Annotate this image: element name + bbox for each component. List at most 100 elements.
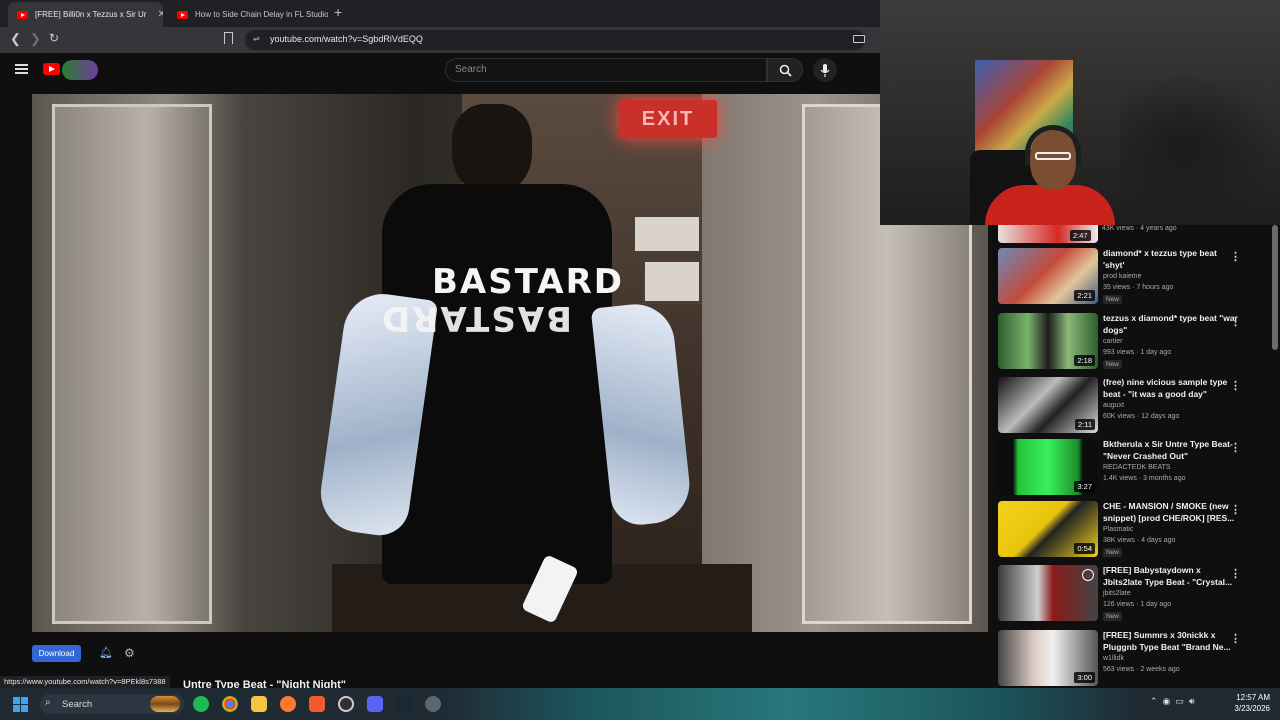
youtube-favicon-icon — [17, 10, 28, 19]
new-tab-button[interactable]: + — [334, 4, 342, 20]
more-options-icon[interactable]: ⋮ — [1230, 567, 1241, 580]
tab-inactive[interactable]: How to Side Chain Delay in FL Studio — [168, 2, 328, 27]
spotify-icon[interactable] — [193, 696, 209, 712]
close-tab-icon[interactable]: ✕ — [157, 9, 163, 20]
rec-meta: 35 views · 7 hours ago — [1103, 284, 1174, 291]
more-options-icon[interactable]: ⋮ — [1230, 315, 1241, 328]
site-info-icon[interactable]: ⇌ — [253, 34, 260, 43]
firefox-icon[interactable] — [280, 696, 296, 712]
video-thumbnail[interactable]: 2:18 — [998, 313, 1098, 369]
new-badge: New — [1103, 612, 1123, 621]
obs-icon[interactable] — [338, 696, 354, 712]
rec-channel[interactable]: auguxt — [1103, 402, 1124, 409]
rec-meta: 126 views · 1 day ago — [1103, 601, 1172, 608]
gear-icon[interactable]: ⚙ — [124, 646, 135, 660]
fl-studio-icon[interactable] — [309, 696, 325, 712]
more-options-icon[interactable]: ⋮ — [1230, 250, 1241, 263]
clock-time[interactable]: 12:57 AM — [1228, 693, 1270, 702]
hamburger-menu-icon[interactable] — [15, 64, 28, 74]
taskbar-wallpaper-strip — [440, 688, 1140, 720]
list-item[interactable]: 0:54 CHE - MANSION / SMOKE (new snippet)… — [998, 501, 1270, 563]
video-left-door — [52, 104, 212, 624]
rec-title[interactable]: Bktherula x Sir Untre Type Beat- "Never … — [1103, 439, 1238, 462]
video-thumbnail[interactable]: 2:11 — [998, 377, 1098, 433]
list-item[interactable]: 3:27 Bktherula x Sir Untre Type Beat- "N… — [998, 439, 1270, 501]
rec-channel[interactable]: REDACTEDK BEATS — [1103, 464, 1171, 471]
webcam-person-shirt — [985, 185, 1115, 225]
more-options-icon[interactable]: ⋮ — [1230, 632, 1241, 645]
list-item[interactable]: 2:18 tezzus x diamond* type beat "war do… — [998, 313, 1270, 375]
video-thumbnail[interactable] — [998, 565, 1098, 621]
bookmark-icon[interactable] — [224, 32, 233, 44]
rec-title[interactable]: (free) nine vicious sample type beat - "… — [1103, 377, 1238, 400]
rec-channel[interactable]: prod kaieme — [1103, 273, 1142, 280]
rec-channel[interactable]: jbits2late — [1103, 590, 1131, 597]
shirt-print: BASTARD BASTARD — [380, 264, 622, 338]
rec-title[interactable]: tezzus x diamond* type beat "war dogs" — [1103, 313, 1238, 336]
duration-badge: 3:27 — [1074, 481, 1095, 492]
system-tray-icons[interactable]: ⌃ ◉ ▭ 🔊︎ — [1150, 696, 1195, 707]
clock-date[interactable]: 3/23/2026 — [1228, 704, 1270, 713]
rec-title[interactable]: [FREE] Summrs x 30nickk x Pluggnb Type B… — [1103, 630, 1238, 653]
video-player[interactable]: EXIT BASTARD BASTARD — [32, 94, 988, 632]
chrome-icon[interactable] — [222, 696, 238, 712]
webcam-overlay — [880, 0, 1280, 225]
rec-meta: 60K views · 12 days ago — [1103, 413, 1180, 420]
reload-icon[interactable]: ↻ — [49, 31, 59, 45]
microphone-icon — [820, 63, 830, 77]
discord-icon[interactable] — [367, 696, 383, 712]
new-badge: New — [1103, 548, 1123, 557]
shirt-text-mirrored: BASTARD — [380, 298, 572, 338]
steam-icon[interactable] — [396, 696, 412, 712]
video-thumbnail[interactable]: 0:54 — [998, 501, 1098, 557]
youtube-doodle-logo[interactable] — [62, 60, 98, 80]
tab-title: How to Side Chain Delay in FL Studio — [195, 10, 328, 19]
rec-title[interactable]: [FREE] Babystaydown x Jbits2late Type Be… — [1103, 565, 1238, 588]
windows-start-icon[interactable] — [13, 697, 28, 712]
rec-meta: 993 views · 1 day ago — [1103, 349, 1172, 356]
list-item[interactable]: 2:21 diamond* x tezzus type beat 'shyt' … — [998, 248, 1270, 310]
url-text: youtube.com/watch?v=SgbdRiVdEQQ — [270, 34, 423, 44]
back-icon[interactable]: ❮ — [10, 31, 21, 47]
rec-title[interactable]: diamond* x tezzus type beat 'shyt' — [1103, 248, 1238, 271]
notification-bell-icon[interactable]: 🔔︎ — [99, 646, 113, 659]
cast-icon[interactable] — [853, 35, 865, 43]
taskbar-search-label: Search — [62, 699, 93, 710]
tab-active[interactable]: [FREE] Billi0n x Tezzus x Sir Ur ✕ — [8, 2, 163, 27]
more-options-icon[interactable]: ⋮ — [1230, 503, 1241, 516]
file-explorer-icon[interactable] — [251, 696, 267, 712]
list-item[interactable]: 2:11 (free) nine vicious sample type bea… — [998, 377, 1270, 439]
rec-meta: 1.4K views · 3 months ago — [1103, 475, 1186, 482]
list-item[interactable]: 3:00 [FREE] Summrs x 30nickk x Pluggnb T… — [998, 630, 1270, 692]
search-input[interactable] — [445, 58, 767, 82]
duration-badge: 0:54 — [1074, 543, 1095, 554]
list-item[interactable]: [FREE] Babystaydown x Jbits2late Type Be… — [998, 565, 1270, 627]
sidebar-scrollbar[interactable] — [1272, 225, 1278, 350]
more-options-icon[interactable]: ⋮ — [1230, 441, 1241, 454]
rec-channel[interactable]: w1llidk — [1103, 655, 1124, 662]
rec-title[interactable]: CHE - MANSION / SMOKE (new snippet) [pro… — [1103, 501, 1238, 524]
rec-meta: 38K views · 4 days ago — [1103, 537, 1176, 544]
status-bar-url: https://www.youtube.com/watch?v=8PEkl8s7… — [0, 676, 170, 688]
rec-channel[interactable]: cartier — [1103, 338, 1122, 345]
webcam-shadow — [1120, 70, 1280, 225]
video-person: BASTARD BASTARD — [315, 94, 694, 632]
settings-icon[interactable] — [425, 696, 441, 712]
shirt-text: BASTARD — [432, 262, 624, 302]
rec-channel[interactable]: Plasmatic — [1103, 526, 1133, 533]
download-button[interactable]: Download — [32, 645, 81, 662]
youtube-logo-icon[interactable] — [43, 63, 60, 75]
search-button[interactable] — [767, 58, 803, 82]
watch-later-icon[interactable] — [1082, 569, 1094, 581]
video-thumbnail[interactable]: 3:00 — [998, 630, 1098, 686]
rec-meta: 563 views · 2 weeks ago — [1103, 666, 1180, 673]
duration-badge: 2:21 — [1074, 290, 1095, 301]
video-thumbnail[interactable]: 3:27 — [998, 439, 1098, 495]
forward-icon[interactable]: ❯ — [30, 31, 41, 47]
more-options-icon[interactable]: ⋮ — [1230, 379, 1241, 392]
voice-search-button[interactable] — [813, 58, 837, 82]
video-thumbnail[interactable]: 2:21 — [998, 248, 1098, 304]
search-icon — [779, 64, 792, 77]
tab-title: [FREE] Billi0n x Tezzus x Sir Ur — [35, 10, 147, 19]
search-placeholder: Search — [455, 64, 487, 75]
